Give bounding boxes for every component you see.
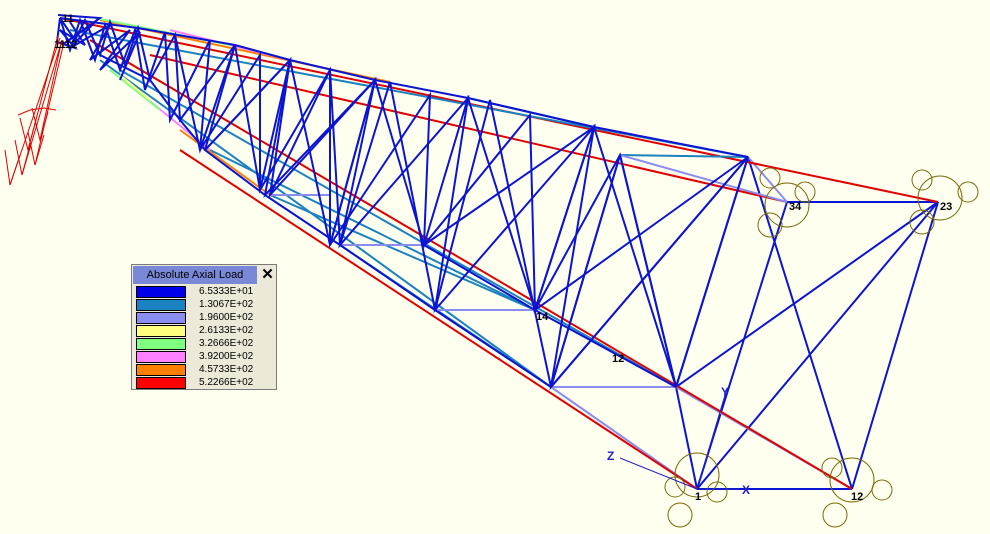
- legend-entry: 1.3067E+02: [136, 299, 276, 312]
- legend-swatch: [136, 312, 186, 324]
- support-circle: [911, 169, 933, 191]
- member: [851, 201, 939, 490]
- legend-titlebar[interactable]: Absolute Axial Load ✕: [132, 265, 276, 285]
- legend-swatch: [136, 364, 186, 376]
- member-light: [619, 154, 788, 203]
- legend-entry: 6.5333E+01: [136, 286, 276, 299]
- legend-entry: 2.6133E+02: [136, 325, 276, 338]
- legend-value: 6.5333E+01: [199, 286, 254, 297]
- node-label: 12: [612, 353, 624, 365]
- member: [619, 154, 677, 388]
- node-label: 12: [851, 491, 863, 503]
- legend-swatch: [136, 286, 186, 298]
- member: [696, 201, 788, 490]
- legend-swatch: [136, 325, 186, 337]
- support-circle: [917, 175, 963, 221]
- legend-entry: 4.5733E+02: [136, 364, 276, 377]
- legend-value: 3.9200E+02: [199, 351, 254, 362]
- truss-members: [55, 14, 939, 490]
- axis-y-label: Y: [721, 385, 729, 399]
- node-label: 14: [536, 311, 549, 323]
- chord-teal: [269, 194, 536, 311]
- close-icon[interactable]: ✕: [259, 266, 276, 284]
- legend-rows: 6.5333E+01 1.3067E+02 1.9600E+02 2.6133E+02…: [136, 286, 276, 390]
- member: [675, 386, 698, 490]
- axis-y-line: [696, 394, 726, 490]
- legend-entry: 3.2666E+02: [136, 338, 276, 351]
- legend-swatch: [136, 299, 186, 311]
- node-label: 11: [62, 13, 74, 25]
- legend-swatch: [136, 338, 186, 350]
- legend-title: Absolute Axial Load: [133, 266, 257, 284]
- node-labels: 1 12 23 34 14 12 11 1112: [54, 13, 952, 503]
- node-label: 1: [695, 491, 701, 503]
- legend-value: 3.2666E+02: [199, 338, 254, 349]
- legend-entry: 5.2266E+02: [136, 377, 276, 390]
- web-cross-2: [269, 69, 621, 388]
- legend-value: 4.5733E+02: [199, 364, 254, 375]
- applied-load-arrows: [4, 35, 65, 186]
- node-label: 34: [789, 201, 802, 213]
- legend-value: 2.6133E+02: [199, 325, 254, 336]
- legend-entry: 1.9600E+02: [136, 312, 276, 325]
- node-label: 1112: [54, 39, 77, 51]
- support-circle: [821, 457, 843, 479]
- legend-value: 1.3067E+02: [199, 299, 254, 310]
- node-label: 23: [940, 201, 952, 213]
- load-arrow: [34, 41, 65, 166]
- legend-swatch: [136, 377, 186, 389]
- support-circle: [871, 479, 893, 501]
- member-orange: [179, 129, 271, 196]
- support-circle: [822, 502, 848, 528]
- arrow-head: [14, 139, 31, 176]
- axis-x-label: X: [742, 483, 750, 497]
- axial-load-legend: Absolute Axial Load ✕ 6.5333E+01 1.3067E+…: [131, 264, 277, 390]
- chord-teal: [619, 154, 749, 158]
- legend-value: 1.9600E+02: [199, 312, 254, 323]
- member: [550, 154, 621, 388]
- legend-swatch: [136, 351, 186, 363]
- support-circle: [667, 502, 693, 528]
- support-circle: [759, 167, 781, 189]
- legend-entry: 3.9200E+02: [136, 351, 276, 364]
- legend-value: 5.2266E+02: [199, 377, 254, 388]
- axis-z-label: Z: [607, 449, 614, 463]
- load-arrow: [21, 39, 63, 176]
